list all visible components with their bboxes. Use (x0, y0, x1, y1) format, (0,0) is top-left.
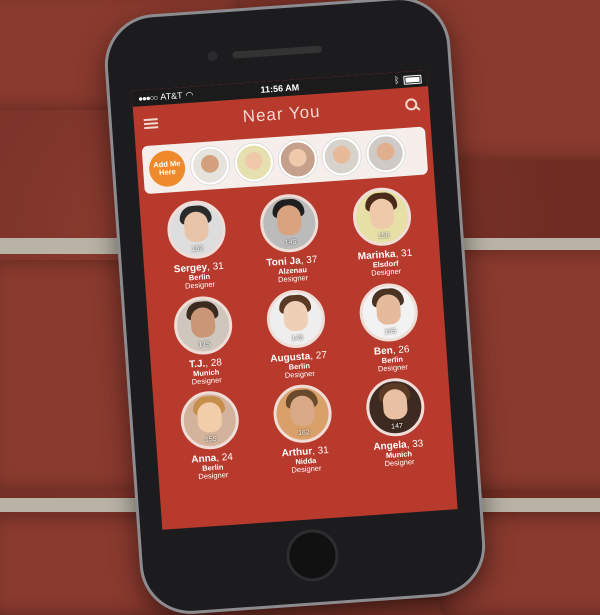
avatar-count: 145 (291, 334, 304, 342)
person-card[interactable]: 155 Marinka, 31 Elsdorf Designer (334, 185, 433, 281)
person-card[interactable]: 145 Toni Ja, 37 Alzenau Designer (241, 191, 340, 287)
avatar-face (189, 306, 216, 338)
strip-avatar[interactable] (189, 145, 231, 186)
avatar[interactable]: 162 (165, 198, 228, 261)
person-age: 26 (397, 343, 410, 356)
avatar[interactable]: 145 (264, 287, 327, 350)
person-age: 31 (212, 260, 225, 273)
avatar-face (289, 394, 316, 427)
person-age: 37 (305, 254, 318, 267)
carrier-label: AT&T (159, 90, 183, 102)
phone: ●●●○○ AT&T ◠ 11:56 AM ᛒ Near You Add Me … (0, 0, 600, 615)
person-role: Designer (184, 279, 216, 291)
people-grid: 162 Sergey, 31 Berlin Designer 145 Toni Ja, … (139, 174, 455, 484)
avatar-face (382, 388, 409, 421)
menu-icon[interactable] (143, 118, 159, 130)
strip-avatar[interactable] (277, 139, 319, 180)
strip-avatar[interactable] (321, 136, 362, 177)
avatar[interactable]: 155 (178, 389, 241, 452)
person-card[interactable]: 162 Arthur, 31 Nidda Designer (254, 382, 353, 478)
avatar-count: 175 (198, 340, 211, 349)
avatar[interactable]: 165 (358, 281, 420, 343)
person-role: Designer (277, 273, 309, 285)
person-role: Designer (191, 375, 222, 387)
signal-icon: ●●●○○ (137, 92, 158, 103)
person-card[interactable]: 162 Sergey, 31 Berlin Designer (148, 198, 247, 294)
person-age: 31 (400, 247, 413, 260)
strip-avatar[interactable] (233, 142, 275, 183)
avatar-face (196, 401, 223, 434)
app-screen: ●●●○○ AT&T ◠ 11:56 AM ᛒ Near You Add Me … (131, 70, 458, 530)
search-icon[interactable] (405, 98, 420, 113)
bluetooth-icon: ᛒ (393, 75, 400, 86)
person-role: Designer (198, 470, 229, 482)
avatar-face (369, 197, 396, 230)
person-age: 33 (411, 438, 424, 451)
person-role: Designer (284, 368, 316, 380)
person-role: Designer (370, 266, 402, 278)
avatar[interactable]: 162 (271, 382, 334, 445)
avatar-count: 155 (377, 232, 390, 241)
person-card[interactable]: 145 Augusta, 27 Berlin Designer (247, 286, 346, 382)
person-role: Designer (291, 463, 322, 475)
person-role: Designer (377, 362, 409, 374)
person-card[interactable]: 147 Angela, 33 Munich Designer (347, 375, 446, 471)
phone-body: ●●●○○ AT&T ◠ 11:56 AM ᛒ Near You Add Me … (104, 0, 486, 615)
avatar[interactable]: 155 (351, 185, 414, 248)
person-card[interactable]: 165 Ben, 26 Berlin Designer (340, 280, 439, 376)
add-me-here-button[interactable]: Add Me Here (147, 149, 187, 188)
avatar[interactable]: 145 (258, 192, 321, 255)
person-card[interactable]: 175 T.J., 28 Munich Designer (154, 293, 253, 389)
avatar-count: 162 (297, 429, 310, 438)
avatar[interactable]: 175 (171, 294, 234, 356)
avatar-count: 155 (204, 435, 217, 444)
avatar-count: 165 (384, 327, 397, 336)
avatar[interactable]: 147 (364, 376, 427, 439)
avatar-face (182, 210, 209, 243)
wifi-icon: ◠ (185, 89, 194, 100)
avatar-face (276, 204, 303, 237)
person-age: 24 (221, 451, 234, 464)
avatar-face (282, 299, 309, 332)
battery-icon (403, 74, 422, 85)
avatar-count: 147 (390, 422, 404, 431)
person-role: Designer (384, 457, 415, 469)
avatar-count: 145 (284, 238, 297, 247)
avatar-count: 162 (191, 245, 204, 254)
strip-avatar[interactable] (365, 133, 406, 174)
person-age: 27 (315, 349, 328, 362)
person-age: 31 (317, 445, 330, 457)
person-card[interactable]: 155 Anna, 24 Berlin Designer (161, 388, 260, 484)
